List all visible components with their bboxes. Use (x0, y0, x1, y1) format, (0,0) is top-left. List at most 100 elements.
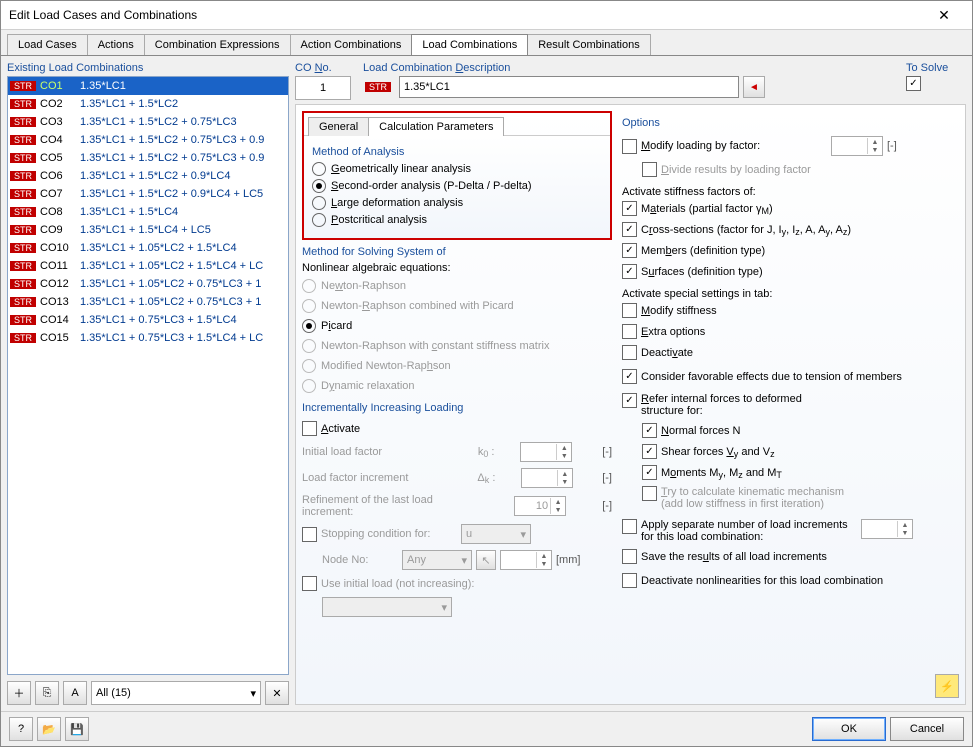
check-deact-nl[interactable]: Deactivate nonlinearities for this load … (622, 573, 959, 588)
co-expr: 1.35*LC1 + 1.05*LC2 + 0.75*LC3 + 1 (80, 296, 288, 308)
radio-large-deform[interactable]: Large deformation analysis (312, 196, 602, 210)
co-expr: 1.35*LC1 + 1.05*LC2 + 0.75*LC3 + 1 (80, 278, 288, 290)
check-modify-loading[interactable]: Modify loading by factor: ▲▼[-] (622, 136, 959, 156)
co-no-input[interactable] (295, 76, 351, 100)
check-mod-stiff[interactable]: Modify stiffness (622, 303, 959, 318)
tab-combination-expressions[interactable]: Combination Expressions (144, 34, 291, 55)
check-moments[interactable]: Moments My, Mz and MT (622, 465, 959, 480)
desc-input[interactable] (399, 76, 739, 98)
sort-icon[interactable]: A (63, 681, 87, 705)
list-item[interactable]: STRCO131.35*LC1 + 1.05*LC2 + 0.75*LC3 + … (8, 293, 288, 311)
special-title: Activate special settings in tab: (622, 288, 959, 300)
list-item[interactable]: STRCO41.35*LC1 + 1.5*LC2 + 0.75*LC3 + 0.… (8, 131, 288, 149)
save-icon[interactable]: 💾 (65, 717, 89, 741)
check-extra[interactable]: Extra options (622, 324, 959, 339)
list-item[interactable]: STRCO61.35*LC1 + 1.5*LC2 + 0.9*LC4 (8, 167, 288, 185)
cancel-button[interactable]: Cancel (890, 717, 964, 741)
open-icon[interactable]: 📂 (37, 717, 61, 741)
list-item[interactable]: STRCO151.35*LC1 + 0.75*LC3 + 1.5*LC4 + L… (8, 329, 288, 347)
co-expr: 1.35*LC1 + 1.05*LC2 + 1.5*LC4 (80, 242, 288, 254)
subtab-calc-params[interactable]: Calculation Parameters (368, 117, 504, 136)
str-badge: STR (10, 225, 36, 235)
new-icon[interactable]: ＋ (7, 681, 31, 705)
desc-label: Load Combination Description (363, 62, 898, 74)
list-item[interactable]: STRCO81.35*LC1 + 1.5*LC4 (8, 203, 288, 221)
radio-linear[interactable]: Geometrically linear analysis (312, 162, 602, 176)
method-solving-title: Method for Solving System of (302, 246, 612, 258)
list-item[interactable]: STRCO141.35*LC1 + 0.75*LC3 + 1.5*LC4 (8, 311, 288, 329)
co-id: CO15 (40, 332, 80, 344)
list-item[interactable]: STRCO21.35*LC1 + 1.5*LC2 (8, 95, 288, 113)
list-item[interactable]: STRCO91.35*LC1 + 1.5*LC4 + LC5 (8, 221, 288, 239)
method-solving-subtitle: Nonlinear algebraic equations: (302, 262, 612, 274)
dialog-window: Edit Load Cases and Combinations ✕ Load … (0, 0, 973, 747)
check-members[interactable]: Members (definition type) (622, 243, 959, 258)
str-badge: STR (10, 297, 36, 307)
check-cross[interactable]: Cross-sections (factor for J, Iy, Iz, A,… (622, 222, 959, 237)
co-expr: 1.35*LC1 + 0.75*LC3 + 1.5*LC4 (80, 314, 288, 326)
filter-combo[interactable]: All (15)▾ (91, 681, 261, 705)
str-badge: STR (10, 207, 36, 217)
list-item[interactable]: STRCO101.35*LC1 + 1.05*LC2 + 1.5*LC4 (8, 239, 288, 257)
solve-checkbox[interactable] (906, 76, 921, 91)
list-item[interactable]: STRCO71.35*LC1 + 1.5*LC2 + 0.9*LC4 + LC5 (8, 185, 288, 203)
co-id: CO3 (40, 116, 80, 128)
left-panel: Existing Load Combinations STRCO11.35*LC… (7, 62, 289, 705)
check-normal[interactable]: Normal forces N (622, 423, 959, 438)
subtab-general[interactable]: General (308, 117, 369, 136)
check-surfaces[interactable]: Surfaces (definition type) (622, 264, 959, 279)
check-separate[interactable]: Apply separate number of load increments… (622, 519, 959, 543)
existing-combos-label: Existing Load Combinations (7, 62, 289, 74)
stiff-title: Activate stiffness factors of: (622, 186, 959, 198)
radio-second-order[interactable]: Second-order analysis (P-Delta / P-delta… (312, 179, 602, 193)
tab-load-combinations[interactable]: Load Combinations (411, 34, 528, 55)
dialog-body: Existing Load Combinations STRCO11.35*LC… (1, 56, 972, 711)
str-badge: STR (10, 243, 36, 253)
check-refer[interactable]: Refer internal forces to deformedstructu… (622, 393, 959, 417)
co-expr: 1.35*LC1 + 1.5*LC2 + 0.9*LC4 + LC5 (80, 188, 288, 200)
desc-badge: STR (365, 82, 391, 92)
list-item[interactable]: STRCO111.35*LC1 + 1.05*LC2 + 1.5*LC4 + L… (8, 257, 288, 275)
str-badge: STR (10, 135, 36, 145)
lightning-icon[interactable]: ⚡ (935, 674, 959, 698)
close-button[interactable]: ✕ (924, 5, 964, 25)
help-icon[interactable]: ? (9, 717, 33, 741)
ok-button[interactable]: OK (812, 717, 886, 741)
check-deactivate[interactable]: Deactivate (622, 345, 959, 360)
check-activate[interactable]: Activate (302, 421, 612, 436)
highlight-box: General Calculation Parameters Method of… (302, 111, 612, 240)
stop-combo: u▾ (461, 524, 531, 544)
method-analysis-title: Method of Analysis (312, 146, 602, 158)
tab-actions[interactable]: Actions (87, 34, 145, 55)
solve-label: To Solve (906, 62, 966, 74)
co-expr: 1.35*LC1 + 1.5*LC4 + LC5 (80, 224, 288, 236)
co-id: CO5 (40, 152, 80, 164)
use-initial-combo-row: ▾ (302, 597, 612, 617)
str-badge: STR (10, 81, 36, 91)
list-item[interactable]: STRCO121.35*LC1 + 1.05*LC2 + 0.75*LC3 + … (8, 275, 288, 293)
desc-dropdown-icon[interactable]: ◄ (743, 76, 765, 98)
check-shear[interactable]: Shear forces Vy and Vz (622, 444, 959, 459)
radio-picard[interactable]: Picard (302, 319, 612, 333)
tab-load-cases[interactable]: Load Cases (7, 34, 88, 55)
list-item[interactable]: STRCO31.35*LC1 + 1.5*LC2 + 0.75*LC3 (8, 113, 288, 131)
str-badge: STR (10, 333, 36, 343)
co-expr: 1.35*LC1 (80, 80, 288, 92)
list-item[interactable]: STRCO51.35*LC1 + 1.5*LC2 + 0.75*LC3 + 0.… (8, 149, 288, 167)
refinement-row: Refinement of the last load increment: 1… (302, 494, 612, 518)
delete-icon[interactable]: ✕ (265, 681, 289, 705)
check-tension[interactable]: Consider favorable effects due to tensio… (622, 369, 959, 384)
tab-action-combinations[interactable]: Action Combinations (290, 34, 413, 55)
radio-postcritical[interactable]: Postcritical analysis (312, 213, 602, 227)
str-badge: STR (10, 315, 36, 325)
co-expr: 1.35*LC1 + 1.5*LC4 (80, 206, 288, 218)
check-materials[interactable]: Materials (partial factor γM) (622, 201, 959, 216)
combo-listbox[interactable]: STRCO11.35*LC1STRCO21.35*LC1 + 1.5*LC2ST… (7, 76, 289, 675)
tab-result-combinations[interactable]: Result Combinations (527, 34, 651, 55)
check-save-results[interactable]: Save the results of all load increments (622, 549, 959, 564)
co-id: CO4 (40, 134, 80, 146)
list-item[interactable]: STRCO11.35*LC1 (8, 77, 288, 95)
copy-icon[interactable]: ⎘ (35, 681, 59, 705)
co-id: CO6 (40, 170, 80, 182)
incremental-title: Incrementally Increasing Loading (302, 402, 612, 414)
